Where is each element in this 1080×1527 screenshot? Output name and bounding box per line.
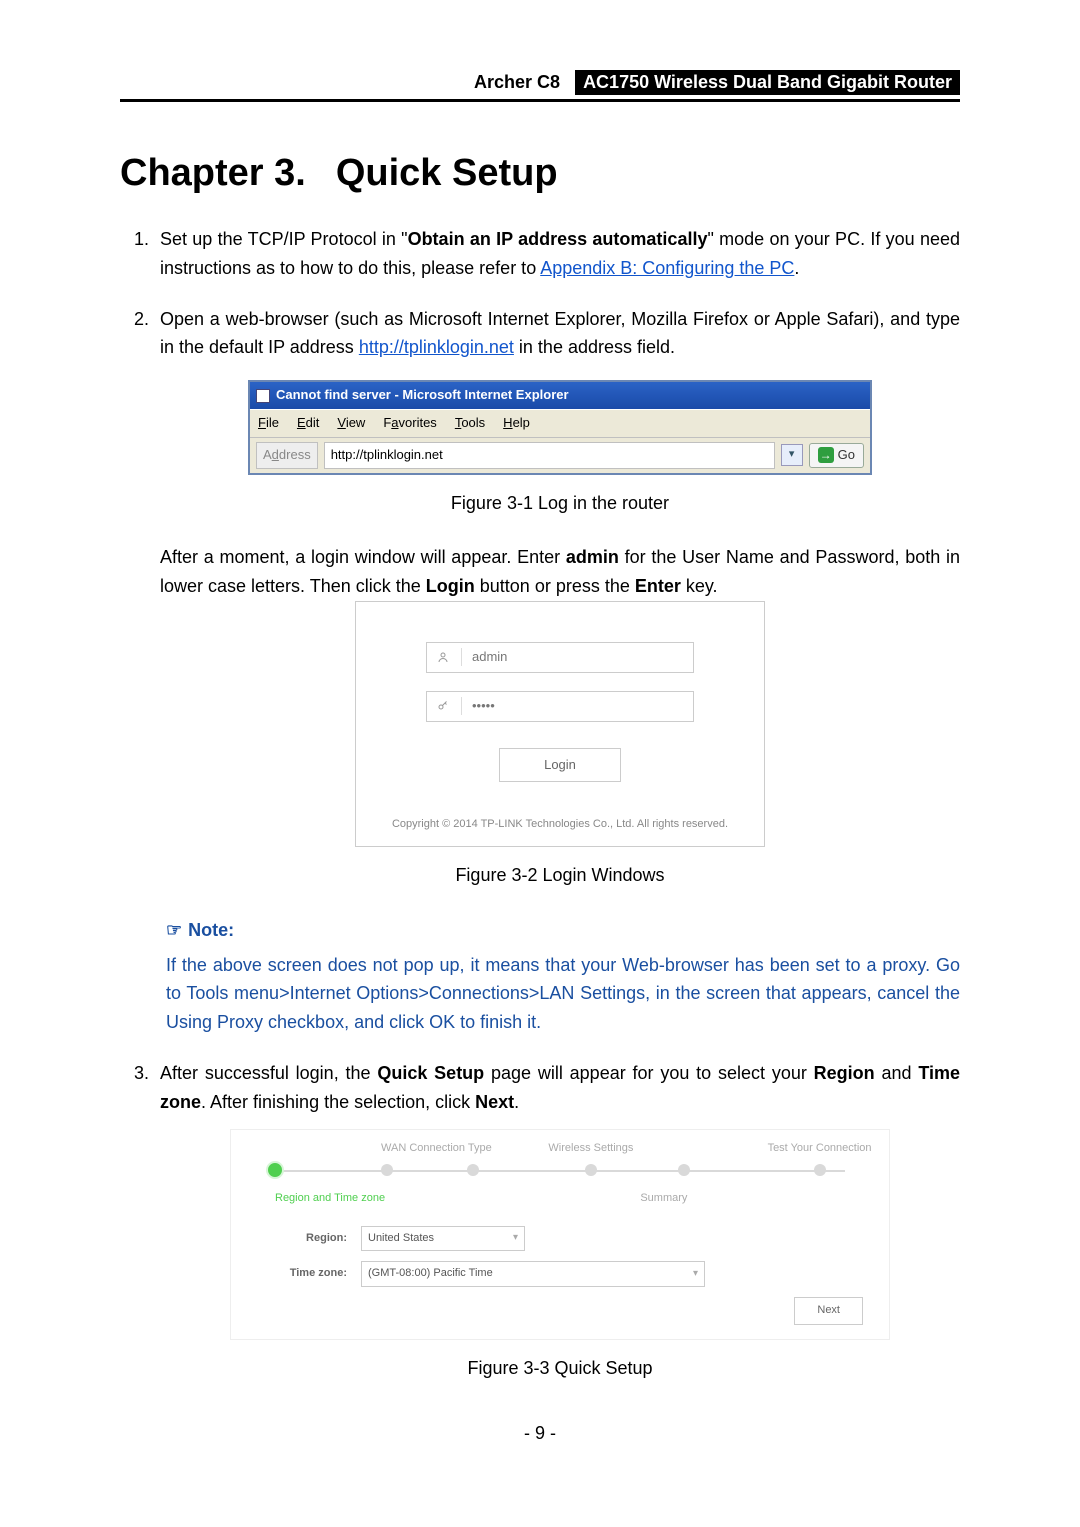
login-window-figure: admin ••••• Login Copyright © 2014 TP-LI… — [355, 601, 765, 847]
arrow-right-icon: → — [818, 447, 834, 463]
ie-menu-edit[interactable]: Edit — [297, 413, 319, 434]
ie-title-bar: Cannot find server - Microsoft Internet … — [250, 382, 870, 409]
tplinklogin-link[interactable]: http://tplinklogin.net — [359, 337, 514, 357]
user-icon — [435, 649, 451, 665]
ie-address-input[interactable]: http://tplinklogin.net — [324, 442, 775, 469]
qs-current-step: Region and Time zone — [275, 1190, 385, 1208]
username-field[interactable]: admin — [426, 642, 694, 673]
ie-menu-favorites[interactable]: Favorites — [383, 413, 436, 434]
login-copyright: Copyright © 2014 TP-LINK Technologies Co… — [386, 816, 734, 834]
ie-menu-bar: File Edit View Favorites Tools Help — [250, 409, 870, 438]
pointing-hand-icon: ☞ — [166, 916, 182, 945]
note-header: ☞ Note: — [166, 916, 960, 945]
doc-header: Archer C8 AC1750 Wireless Dual Band Giga… — [120, 70, 960, 102]
qs-node-4 — [585, 1164, 597, 1176]
ie-menu-view[interactable]: View — [337, 413, 365, 434]
ie-menu-tools[interactable]: Tools — [455, 413, 485, 434]
qs-step-wireless: Wireless Settings — [548, 1140, 633, 1158]
figure-3-1-caption: Figure 3-1 Log in the router — [160, 489, 960, 518]
product-short: Archer C8 — [474, 72, 560, 92]
ie-menu-file[interactable]: File — [258, 413, 279, 434]
product-full: AC1750 Wireless Dual Band Gigabit Router — [575, 70, 960, 95]
region-label: Region: — [251, 1230, 361, 1248]
timezone-select[interactable]: (GMT-08:00) Pacific Time ▾ — [361, 1261, 705, 1287]
qs-node-6 — [814, 1164, 826, 1176]
timezone-label: Time zone: — [251, 1265, 361, 1283]
qs-step-summary: Summary — [640, 1190, 687, 1208]
note-body: If the above screen does not pop up, it … — [166, 951, 960, 1037]
page-number: - 9 - — [120, 1423, 960, 1444]
figure-3-2-caption: Figure 3-2 Login Windows — [160, 861, 960, 890]
figure-3-3-caption: Figure 3-3 Quick Setup — [160, 1354, 960, 1383]
appendix-b-link[interactable]: Appendix B: Configuring the PC — [540, 258, 794, 278]
ie-go-button[interactable]: → Go — [809, 443, 864, 468]
chevron-down-icon: ▾ — [513, 1230, 518, 1246]
step-2: Open a web-browser (such as Microsoft In… — [154, 305, 960, 1037]
qs-node-2 — [381, 1164, 393, 1176]
ie-window-figure: Cannot find server - Microsoft Internet … — [248, 380, 872, 474]
region-select[interactable]: United States ▾ — [361, 1226, 525, 1252]
ie-menu-help[interactable]: Help — [503, 413, 530, 434]
qs-step-test: Test Your Connection — [768, 1140, 872, 1158]
page-icon — [256, 389, 270, 403]
quick-setup-panel: WAN Connection Type Wireless Settings Te… — [230, 1129, 890, 1340]
step-1: Set up the TCP/IP Protocol in "Obtain an… — [154, 225, 960, 283]
chapter-title: Chapter 3.Quick Setup — [120, 152, 960, 195]
chevron-down-icon: ▾ — [693, 1266, 698, 1282]
login-button[interactable]: Login — [499, 748, 621, 783]
key-icon — [435, 698, 451, 714]
qs-node-3 — [467, 1164, 479, 1176]
chevron-down-icon: ▾ — [789, 446, 795, 464]
step-3: After successful login, the Quick Setup … — [154, 1059, 960, 1383]
ie-address-dropdown[interactable]: ▾ — [781, 444, 803, 466]
qs-step-wan: WAN Connection Type — [381, 1140, 492, 1158]
password-field[interactable]: ••••• — [426, 691, 694, 722]
ie-address-label: Address — [256, 442, 318, 469]
qs-node-region — [266, 1161, 284, 1179]
next-button[interactable]: Next — [794, 1297, 863, 1325]
qs-node-5 — [678, 1164, 690, 1176]
